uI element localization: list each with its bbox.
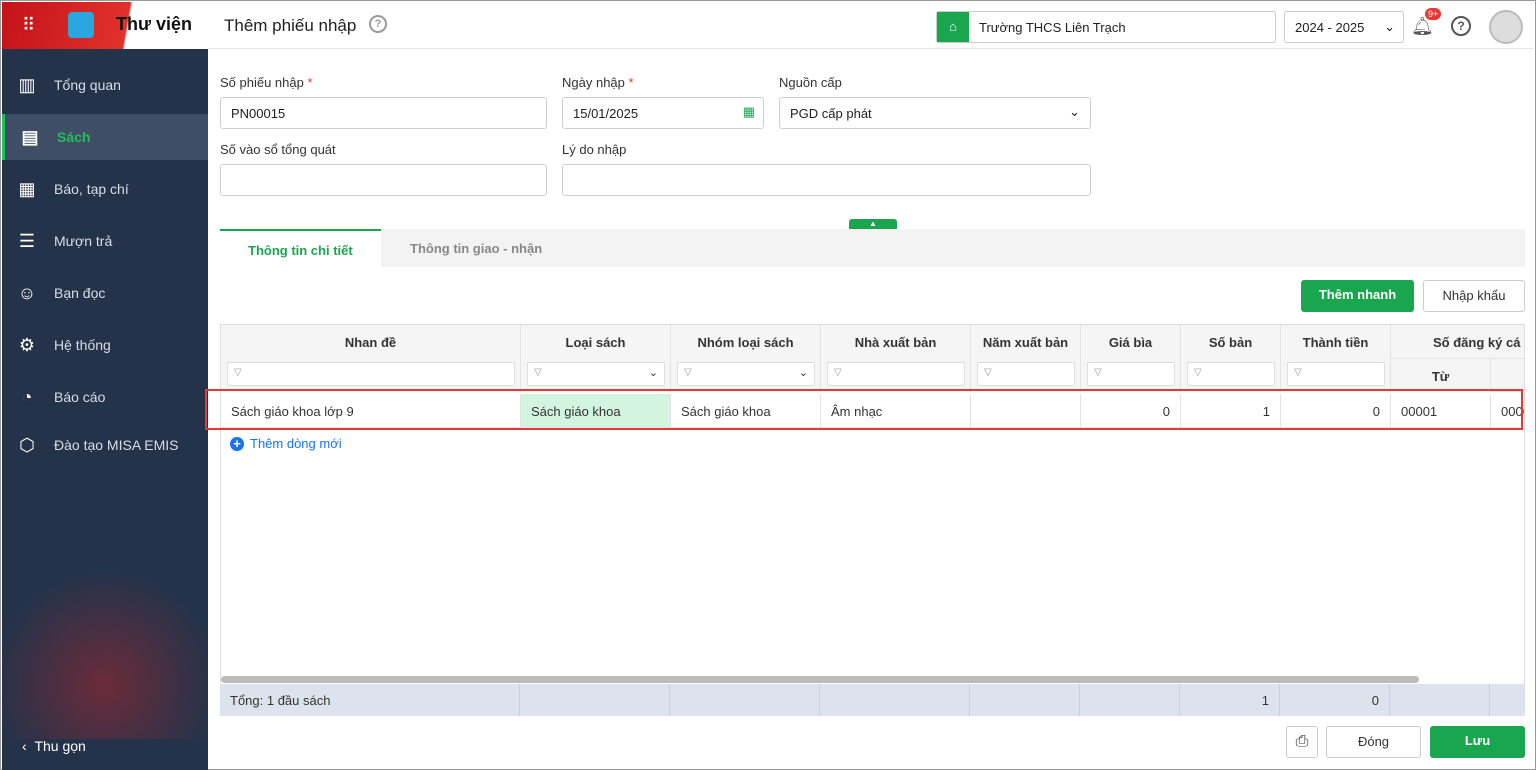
close-button[interactable]: Đóng [1326,726,1421,758]
main-content: Số phiếu nhập * PN00015 Ngày nhập * 15/0… [205,49,1534,768]
decoration-image [2,559,208,739]
filter-input[interactable]: ▽ [977,362,1075,386]
app-title: Thư viện [116,14,193,34]
ngay-label: Ngày nhập * [562,75,634,90]
filter-select[interactable]: ▽ ⌄ [677,362,815,386]
so-phieu-input[interactable]: PN00015 [220,97,547,129]
page-title: Thêm phiếu nhập [224,16,357,35]
label: Thêm dòng mới [250,436,342,451]
school-name: Trường THCS Liên Trạch [979,19,1126,35]
so-tq-input[interactable] [220,164,547,196]
ngay-input[interactable]: 15/01/2025 ▦ [562,97,764,129]
filter-select[interactable]: ▽ ⌄ [527,362,665,386]
ly-do-input[interactable] [562,164,1091,196]
gear-icon: ⚙ [18,334,36,355]
label: Tổng quan [54,77,121,93]
sidebar-item-newspapers[interactable]: ▦ Báo, tạp chí [2,166,208,212]
filter-input[interactable]: ▽ [1187,362,1275,386]
filter-input[interactable]: ▽ [1287,362,1385,386]
highlight-box [205,389,1523,430]
plus-icon: + [230,437,244,451]
chevron-down-icon: ⌄ [1069,104,1080,119]
sidebar-item-reports[interactable]: ◔ Báo cáo [2,374,208,420]
tab-delivery[interactable]: Thông tin giao - nhận [382,229,570,267]
chevron-left-icon: ‹ [22,738,35,754]
sidebar-item-books[interactable]: ▤ Sách [2,114,208,160]
library-icon [68,12,94,38]
book-table: Nhan đề Loại sách Nhóm loại sách Nhà xuấ… [220,324,1525,716]
filter-input[interactable]: ▽ [1087,362,1175,386]
borrow-icon: ☰ [18,230,36,251]
label: Đào tạo MISA EMIS [54,437,179,453]
collapse-button[interactable]: ‹ Thu gọn [22,738,86,754]
label: Mượn trả [54,233,113,249]
year-value: 2024 - 2025 [1295,20,1365,35]
app-logo: ⠿ Thư viện [2,2,208,49]
report-icon: ◔ [21,386,33,407]
nguon-label: Nguồn cấp [779,75,842,90]
sidebar-item-training[interactable]: ⬡ Đào tạo MISA EMIS [2,422,208,468]
table-footer: Tổng: 1 đầu sách 1 0 [220,684,1525,716]
apps-grid-icon[interactable]: ⠿ [22,15,35,36]
avatar[interactable] [1489,10,1523,44]
add-row-button[interactable]: + Thêm dòng mới [230,436,342,451]
notification-badge: 9+ [1425,8,1442,20]
reader-icon: ☺ [17,282,37,303]
so-phieu-label: Số phiếu nhập * [220,75,313,90]
so-tq-label: Số vào sổ tổng quát [220,142,336,157]
label: Báo, tạp chí [54,181,129,197]
import-button[interactable]: Nhập khẩu [1423,280,1525,312]
nguon-select[interactable]: PGD cấp phát ⌄ [779,97,1091,129]
tabs: Thông tin chi tiết Thông tin giao - nhận [220,229,1525,267]
label: Sách [57,129,91,145]
horizontal-scrollbar[interactable] [221,676,1419,683]
school-icon: ⌂ [937,12,969,42]
ly-do-label: Lý do nhập [562,142,627,157]
label: Thu gọn [34,738,86,754]
label: Bạn đọc [54,285,106,301]
col-subheader-from: Từ [1391,359,1491,392]
label: Báo cáo [54,389,106,405]
footer-copies: 1 [1180,684,1280,716]
book-icon: ▤ [21,126,39,147]
collapse-form-toggle[interactable]: ▲ [849,219,897,229]
sidebar-item-system[interactable]: ⚙ Hệ thống [2,322,208,368]
school-selector[interactable]: ⌂ Trường THCS Liên Trạch [936,11,1276,43]
tab-detail[interactable]: Thông tin chi tiết [220,229,381,267]
cube-icon: ⬡ [19,434,35,455]
quick-add-button[interactable]: Thêm nhanh [1301,280,1414,312]
filter-input[interactable]: ▽ [827,362,965,386]
question-icon[interactable]: ? [1451,16,1471,36]
sidebar-item-borrow[interactable]: ☰ Mượn trả [2,218,208,264]
header: Thêm phiếu nhập ? ⌂ Trường THCS Liên Trạc… [208,2,1534,49]
label: Hệ thống [54,337,111,353]
save-button[interactable]: Lưu [1430,726,1525,758]
sidebar-item-readers[interactable]: ☺ Bạn đọc [2,270,208,316]
sidebar-item-overview[interactable]: ▥ Tổng quan [2,62,208,108]
year-select[interactable]: 2024 - 2025 ⌄ [1284,11,1404,43]
newspaper-icon: ▦ [18,178,36,199]
print-button[interactable]: ⎙ [1286,726,1318,758]
help-icon[interactable]: ? [369,15,387,33]
footer-total: Tổng: 1 đầu sách [220,684,520,716]
printer-icon: ⎙ [1295,733,1309,750]
chevron-down-icon: ⌄ [1384,19,1395,34]
chart-icon: ▥ [18,74,36,95]
filter-input[interactable]: ▽ [227,362,515,386]
calendar-icon[interactable]: ▦ [743,104,755,120]
footer-amount: 0 [1280,684,1390,716]
col-header: Số đăng ký cá b [1391,325,1524,359]
sidebar: ▥ Tổng quan ▤ Sách ▦ Báo, tạp chí ☰ Mượn trả… [2,49,208,770]
